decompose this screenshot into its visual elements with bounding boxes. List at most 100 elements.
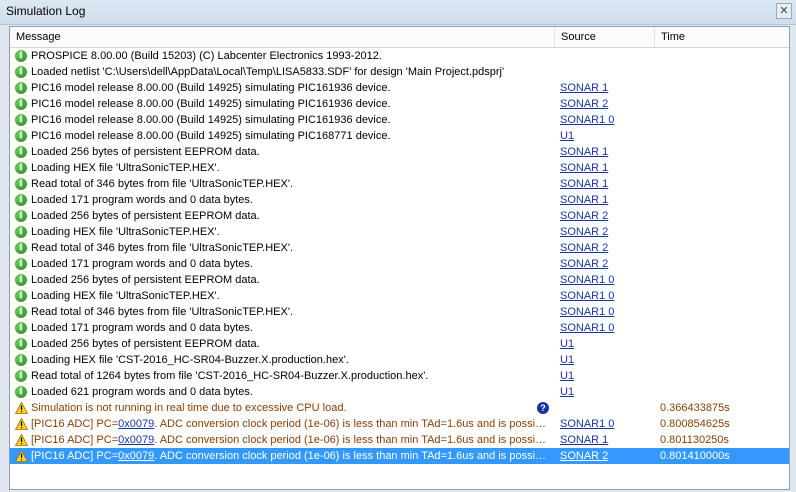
source-link[interactable]: U1 xyxy=(560,336,574,352)
info-icon: i xyxy=(15,98,27,110)
info-icon: i xyxy=(15,210,27,222)
source-link[interactable]: SONAR1 0 xyxy=(560,288,614,304)
info-icon: i xyxy=(15,178,27,190)
log-row[interactable]: i PROSPICE 8.00.00 (Build 15203) (C) Labc… xyxy=(10,48,789,64)
log-message: Read total of 1264 bytes from file 'CST-… xyxy=(31,370,429,382)
source-link[interactable]: U1 xyxy=(560,368,574,384)
source-link[interactable]: SONAR 1 xyxy=(560,176,608,192)
log-row[interactable]: i Loaded 256 bytes of persistent EEPROM d… xyxy=(10,336,789,352)
log-row[interactable]: i Loading HEX file 'UltraSonicTEP.HEX'. SO… xyxy=(10,288,789,304)
log-message: Loaded 256 bytes of persistent EEPROM da… xyxy=(31,274,260,286)
warning-icon xyxy=(14,433,29,446)
source-link[interactable]: SONAR1 0 xyxy=(560,320,614,336)
log-message-prefix: [PIC16 ADC] PC= xyxy=(31,450,119,462)
log-row[interactable]: i Loaded 171 program words and 0 data byt… xyxy=(10,320,789,336)
log-row[interactable]: Simulation is not running in real time d… xyxy=(10,400,789,416)
log-row[interactable]: i PIC16 model release 8.00.00 (Build 1492… xyxy=(10,128,789,144)
source-link[interactable]: SONAR1 0 xyxy=(560,272,614,288)
info-icon: i xyxy=(15,82,27,94)
source-link[interactable]: U1 xyxy=(560,384,574,400)
close-button[interactable]: ✕ xyxy=(776,3,792,19)
log-row[interactable]: i Loaded 171 program words and 0 data byt… xyxy=(10,256,789,272)
source-link[interactable]: SONAR 2 xyxy=(560,240,608,256)
log-message: PIC16 model release 8.00.00 (Build 14925… xyxy=(31,98,391,110)
pc-link[interactable]: 0x0079 xyxy=(118,450,154,462)
log-message: Loaded 256 bytes of persistent EEPROM da… xyxy=(31,338,260,350)
log-row[interactable]: i Loading HEX file 'UltraSonicTEP.HEX'. SO… xyxy=(10,160,789,176)
log-message-body: . ADC conversion clock period (1e-06) is… xyxy=(154,434,551,446)
log-message: Loaded 171 program words and 0 data byte… xyxy=(31,258,253,270)
column-header-time[interactable]: Time xyxy=(654,27,790,47)
simulation-log-list[interactable]: Message Source Time i PROSPICE 8.00.00 (B… xyxy=(9,26,790,490)
log-message: Loaded 256 bytes of persistent EEPROM da… xyxy=(31,210,260,222)
info-icon: i xyxy=(15,370,27,382)
log-row[interactable]: i Loaded 621 program words and 0 data byt… xyxy=(10,384,789,400)
log-row[interactable]: [PIC16 ADC] PC=0x0079. ADC conversion cl… xyxy=(10,416,789,432)
source-link[interactable]: SONAR 1 xyxy=(560,192,608,208)
log-row[interactable]: i PIC16 model release 8.00.00 (Build 1492… xyxy=(10,96,789,112)
column-header-message[interactable]: Message xyxy=(10,27,554,47)
close-icon: ✕ xyxy=(779,4,789,17)
pc-link[interactable]: 0x0079 xyxy=(118,434,154,446)
log-rows: i PROSPICE 8.00.00 (Build 15203) (C) Labc… xyxy=(10,48,789,464)
source-link[interactable]: SONAR 2 xyxy=(560,224,608,240)
log-message: [PIC16 ADC] PC=0x0079. ADC conversion cl… xyxy=(31,416,551,432)
column-header-source[interactable]: Source xyxy=(554,27,654,47)
log-row[interactable]: i Read total of 346 bytes from file 'Ultr… xyxy=(10,240,789,256)
log-message: Loaded 256 bytes of persistent EEPROM da… xyxy=(31,146,260,158)
source-link[interactable]: U1 xyxy=(560,352,574,368)
source-link[interactable]: SONAR 2 xyxy=(560,208,608,224)
log-message: Loading HEX file 'UltraSonicTEP.HEX'. xyxy=(31,162,220,174)
source-link[interactable]: SONAR 1 xyxy=(560,160,608,176)
log-row[interactable]: i Loaded 171 program words and 0 data byt… xyxy=(10,192,789,208)
info-icon: i xyxy=(15,274,27,286)
info-icon: i xyxy=(15,146,27,158)
source-link[interactable]: SONAR 2 xyxy=(560,256,608,272)
help-icon[interactable]: ? xyxy=(537,402,549,414)
log-message: Simulation is not running in real time d… xyxy=(31,402,347,414)
log-row[interactable]: i Loading HEX file 'UltraSonicTEP.HEX'. SO… xyxy=(10,224,789,240)
source-link[interactable]: SONAR 1 xyxy=(560,144,608,160)
pc-link[interactable]: 0x0079 xyxy=(118,418,154,430)
source-link[interactable]: U1 xyxy=(560,128,574,144)
log-row[interactable]: i Loaded netlist 'C:\Users\dell\AppData\L… xyxy=(10,64,789,80)
warning-icon xyxy=(14,417,29,430)
info-icon: i xyxy=(15,162,27,174)
log-row[interactable]: i Loading HEX file 'CST-2016_HC-SR04-Buzz… xyxy=(10,352,789,368)
warning-icon xyxy=(14,449,29,462)
info-icon: i xyxy=(15,194,27,206)
info-icon: i xyxy=(15,114,27,126)
source-link[interactable]: SONAR1 0 xyxy=(560,112,614,128)
info-icon: i xyxy=(15,258,27,270)
log-row[interactable]: i PIC16 model release 8.00.00 (Build 1492… xyxy=(10,112,789,128)
log-message: Read total of 346 bytes from file 'Ultra… xyxy=(31,306,294,318)
log-row[interactable]: i Read total of 346 bytes from file 'Ultr… xyxy=(10,304,789,320)
log-message: Read total of 346 bytes from file 'Ultra… xyxy=(31,242,294,254)
info-icon: i xyxy=(15,306,27,318)
source-link[interactable]: SONAR 1 xyxy=(560,80,608,96)
log-row[interactable]: [PIC16 ADC] PC=0x0079. ADC conversion cl… xyxy=(10,448,789,464)
source-link[interactable]: SONAR 1 xyxy=(560,432,608,448)
log-row[interactable]: i Read total of 1264 bytes from file 'CST… xyxy=(10,368,789,384)
window-title: Simulation Log xyxy=(6,4,86,18)
log-row[interactable]: i Read total of 346 bytes from file 'Ultr… xyxy=(10,176,789,192)
source-link[interactable]: SONAR 2 xyxy=(560,448,608,464)
info-icon: i xyxy=(15,130,27,142)
log-row[interactable]: i Loaded 256 bytes of persistent EEPROM d… xyxy=(10,272,789,288)
log-message: [PIC16 ADC] PC=0x0079. ADC conversion cl… xyxy=(31,448,551,464)
log-message: Loaded 621 program words and 0 data byte… xyxy=(31,386,253,398)
log-message: Loading HEX file 'CST-2016_HC-SR04-Buzze… xyxy=(31,354,349,366)
log-message-body: . ADC conversion clock period (1e-06) is… xyxy=(154,418,551,430)
source-link[interactable]: SONAR 2 xyxy=(560,96,608,112)
source-link[interactable]: SONAR1 0 xyxy=(560,304,614,320)
info-icon: i xyxy=(15,242,27,254)
log-row[interactable]: [PIC16 ADC] PC=0x0079. ADC conversion cl… xyxy=(10,432,789,448)
info-icon: i xyxy=(15,338,27,350)
log-row[interactable]: i PIC16 model release 8.00.00 (Build 1492… xyxy=(10,80,789,96)
info-icon: i xyxy=(15,226,27,238)
log-row[interactable]: i Loaded 256 bytes of persistent EEPROM d… xyxy=(10,208,789,224)
source-link[interactable]: SONAR1 0 xyxy=(560,416,614,432)
log-time: 0.801130250s xyxy=(660,434,729,446)
log-message: PIC16 model release 8.00.00 (Build 14925… xyxy=(31,114,391,126)
log-row[interactable]: i Loaded 256 bytes of persistent EEPROM d… xyxy=(10,144,789,160)
